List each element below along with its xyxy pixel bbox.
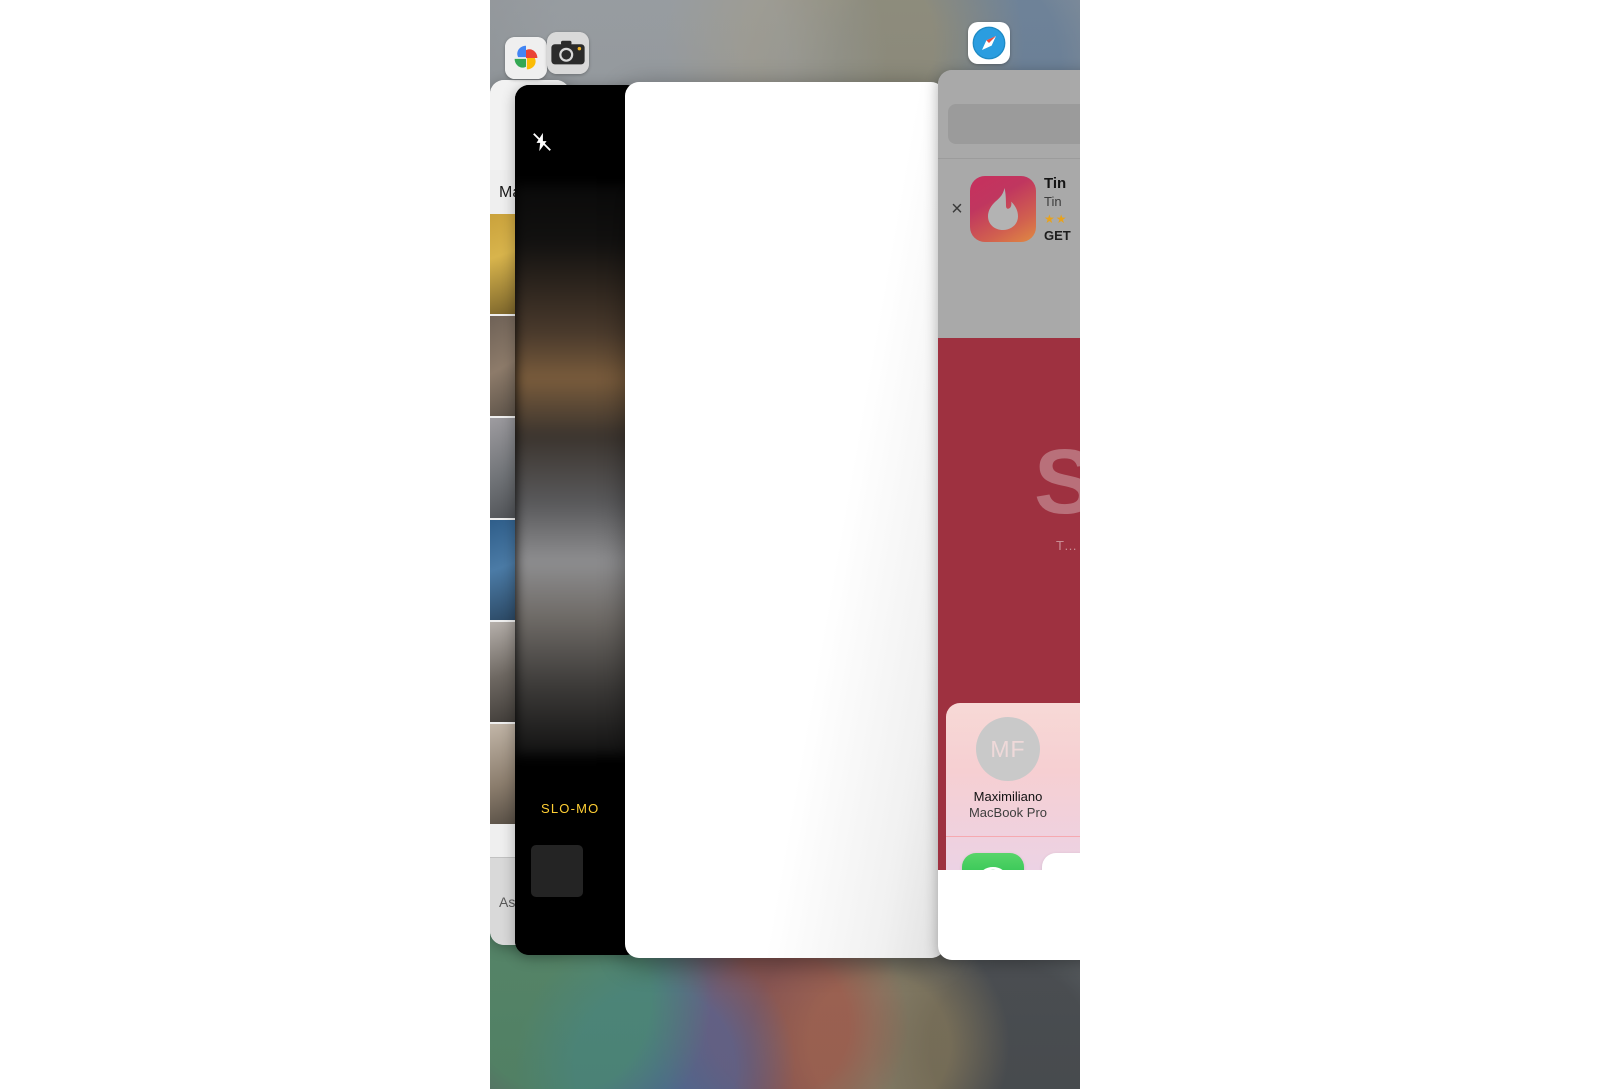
url-bar[interactable] (948, 104, 1080, 144)
whatsapp-icon (962, 852, 1024, 870)
smart-banner-subtitle: Tin (1044, 193, 1062, 209)
airdrop-target-device: MacBook Pro (968, 805, 1048, 821)
smart-app-banner[interactable]: × Tin Tin ★★ GET (938, 158, 1080, 258)
camera-controls (515, 825, 640, 955)
share-app-whatsapp[interactable]: WhatsApp (960, 852, 1026, 870)
smart-banner-title: Tin (1044, 174, 1067, 192)
messages-icon (1042, 852, 1080, 870)
status-bar (938, 70, 1080, 100)
tinder-hero-section: S T… MF Maximiliano MacBook Pro (938, 338, 1080, 870)
tinder-flame-icon (970, 175, 1036, 242)
smart-banner-cta[interactable]: GET (1044, 228, 1071, 243)
ios-app-switcher: Ma As SLO-MO × Tin Tin ★★ GET S T… MF Ma… (490, 0, 1080, 1089)
camera-mode-selector[interactable]: SLO-MO V (515, 791, 640, 825)
flash-off-icon[interactable] (531, 131, 553, 153)
hero-heading: S (1034, 431, 1080, 533)
close-icon[interactable]: × (944, 199, 970, 219)
hero-tagline: T… (1056, 538, 1077, 553)
smart-banner-meta: Tin Tin ★★ GET (1036, 175, 1071, 243)
camera-roll-thumbnail[interactable] (531, 845, 583, 897)
avatar: MF (976, 717, 1040, 781)
share-apps-row[interactable]: WhatsApp Mes (946, 837, 1080, 870)
screenshot-canvas: Ma As SLO-MO × Tin Tin ★★ GET S T… MF Ma… (0, 0, 1600, 1089)
camera-live-preview (515, 185, 640, 755)
camera-mode-slo-mo[interactable]: SLO-MO (541, 801, 599, 816)
rating-stars: ★★ (1044, 211, 1068, 226)
photos-search-placeholder: As (499, 893, 516, 910)
safari-icon[interactable] (968, 22, 1010, 64)
camera-topbar (515, 85, 640, 185)
google-photos-icon[interactable] (505, 37, 547, 79)
app-card-camera[interactable]: SLO-MO V (515, 85, 640, 955)
card-sheen (625, 82, 945, 958)
share-sheet[interactable]: MF Maximiliano MacBook Pro (946, 703, 1080, 870)
camera-icon[interactable] (547, 32, 589, 74)
airdrop-target[interactable]: MF Maximiliano MacBook Pro (960, 717, 1056, 822)
share-sheet-footer (938, 870, 1080, 960)
app-card-blank[interactable] (625, 82, 945, 958)
share-app-messages[interactable]: Mes (1040, 852, 1080, 870)
airdrop-target-name: Maximiliano (973, 789, 1043, 804)
airdrop-row[interactable]: MF Maximiliano MacBook Pro (946, 703, 1080, 836)
app-card-tinder[interactable]: × Tin Tin ★★ GET S T… MF Maximiliano Mac… (938, 70, 1080, 960)
